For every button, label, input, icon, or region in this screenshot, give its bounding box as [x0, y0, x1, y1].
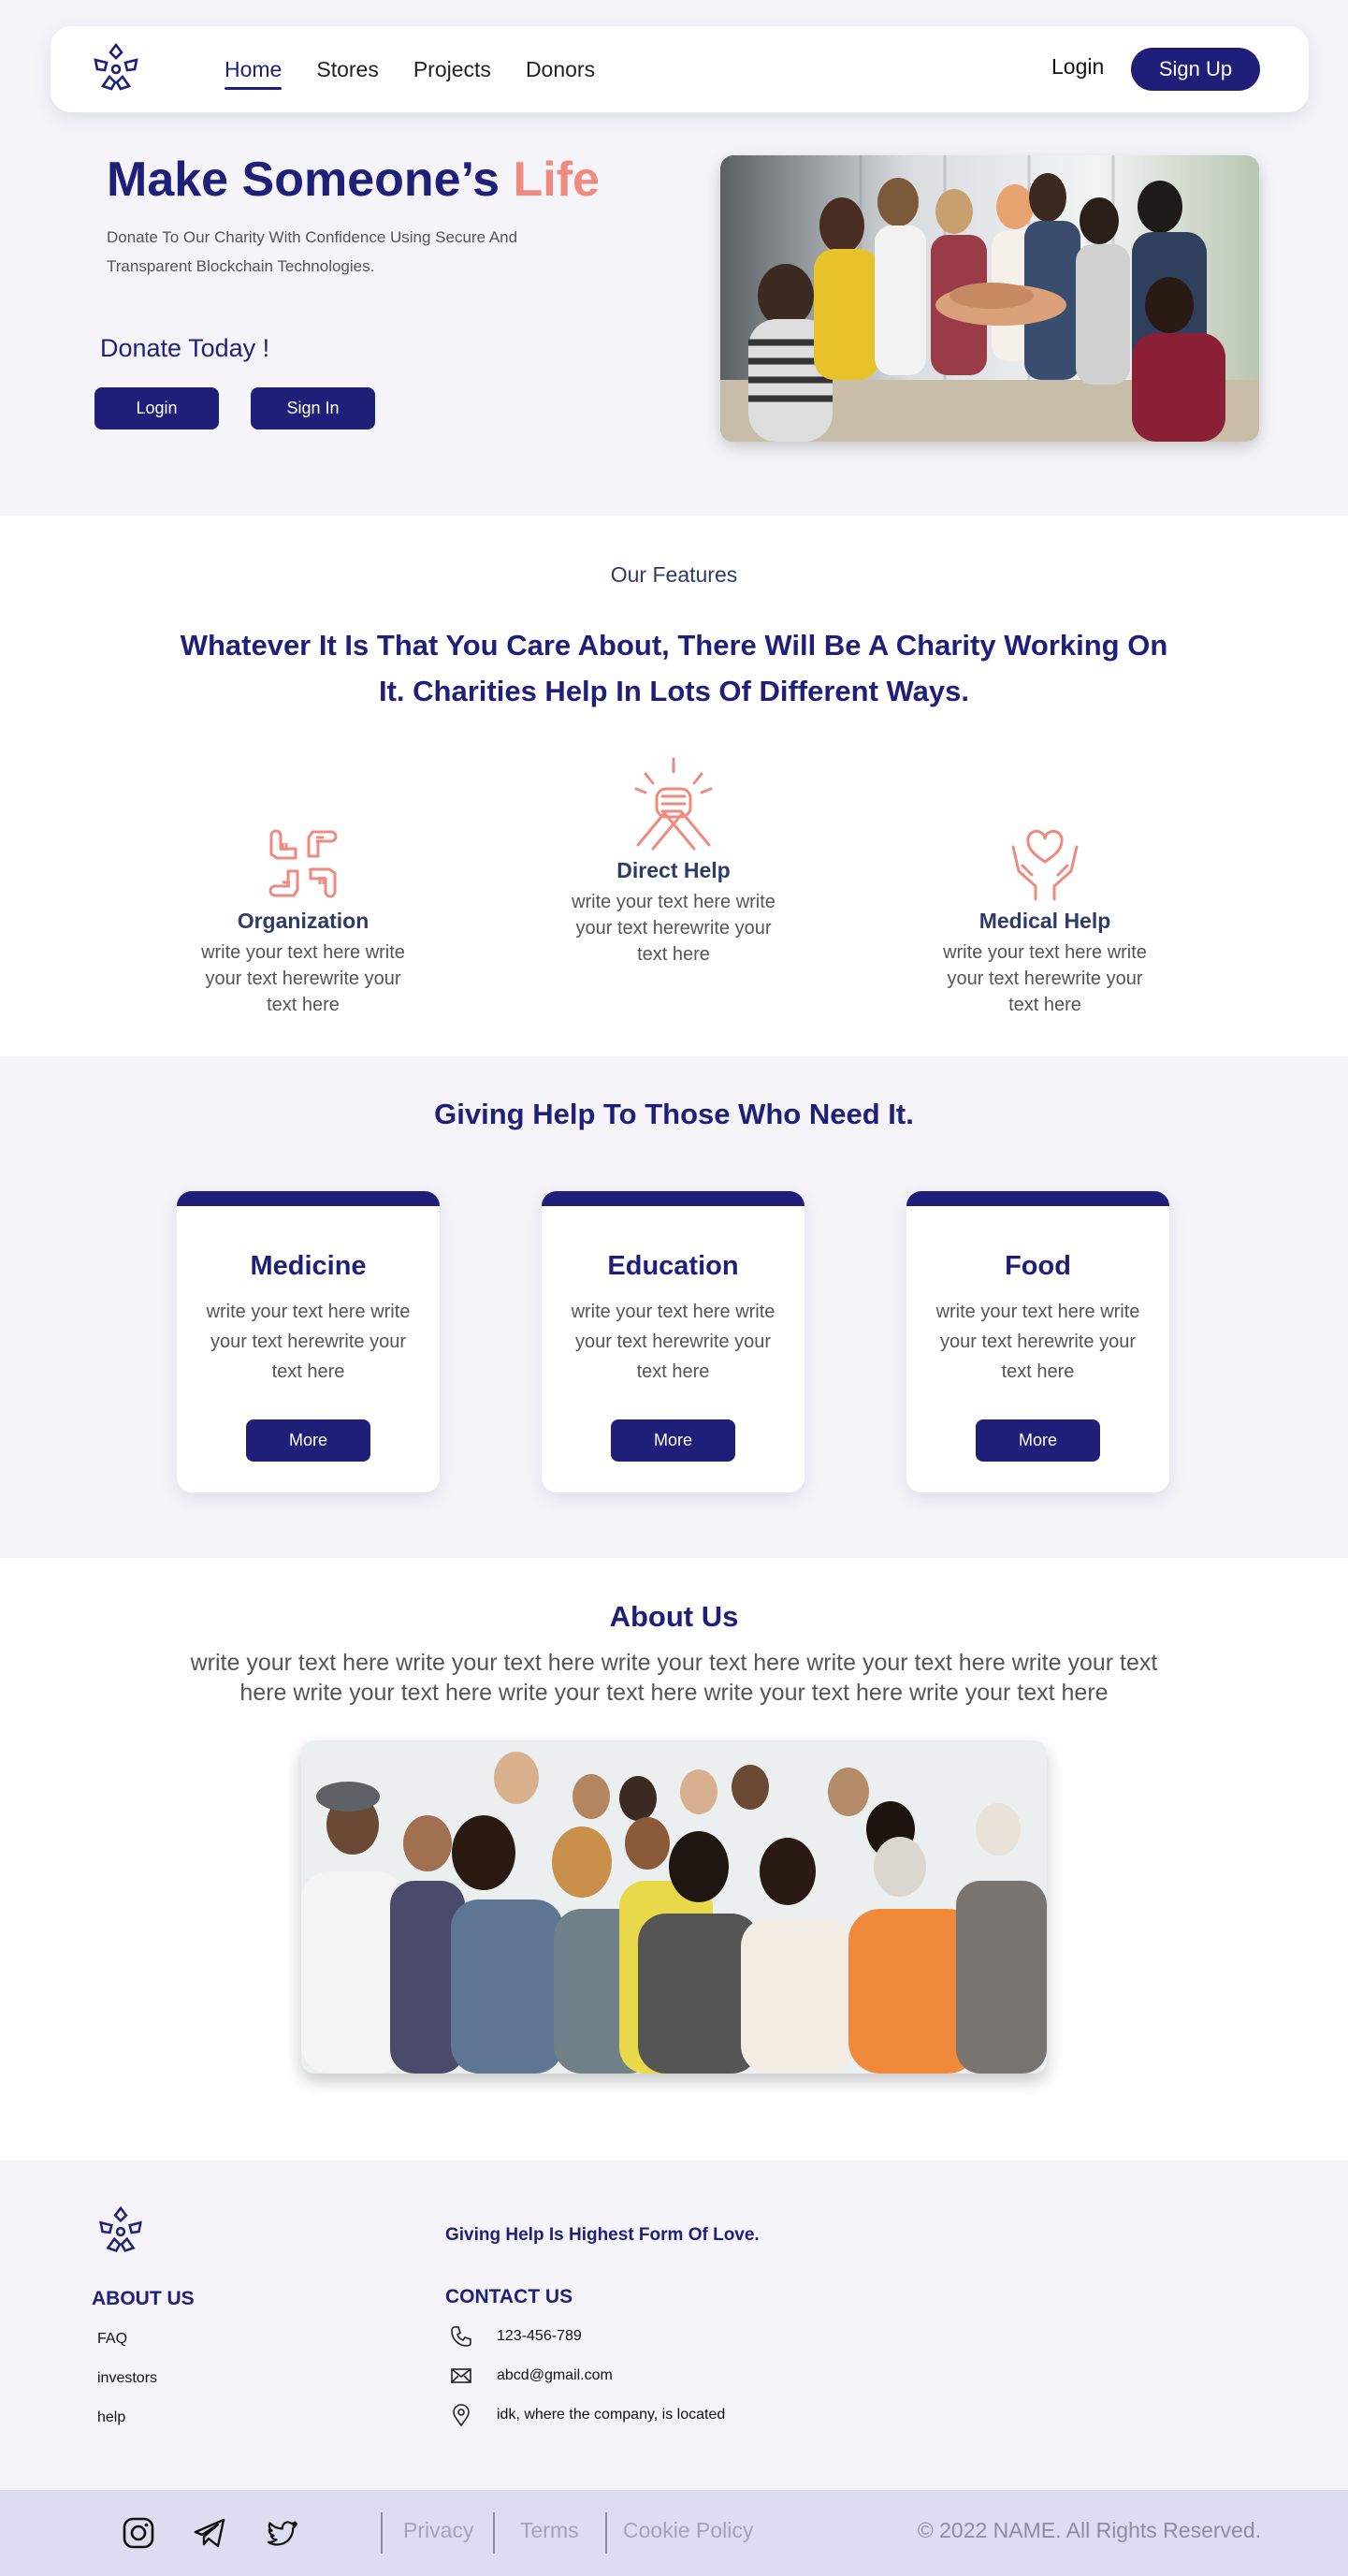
card-text: write your text here write your text her…	[571, 1302, 775, 1382]
footer-link-help[interactable]: help	[97, 2409, 125, 2426]
card-top-bar	[177, 1191, 440, 1206]
card-top-bar	[906, 1191, 1169, 1206]
footer-divider	[381, 2512, 383, 2554]
about-text: write your text here write your text her…	[190, 1650, 1158, 1706]
footer-charity-logo[interactable]	[92, 2203, 150, 2261]
contact-address-row: idk, where the company, is located	[449, 2403, 725, 2427]
footer-link-privacy[interactable]: Privacy	[403, 2518, 473, 2543]
nav-link-donors[interactable]: Donors	[526, 51, 595, 88]
card-medicine: Medicine write your text here write your…	[177, 1191, 440, 1492]
contact-phone-row: 123-456-789	[449, 2324, 582, 2349]
card-more-button[interactable]: More	[611, 1419, 735, 1462]
hero-team-photo	[720, 155, 1259, 442]
feature-title: Direct Help	[616, 858, 731, 882]
card-text: write your text here write your text her…	[935, 1302, 1140, 1382]
card-more-button[interactable]: More	[246, 1419, 370, 1462]
about-group-photo	[301, 1740, 1047, 2074]
features-headline: Whatever It Is That You Care About, Ther…	[180, 629, 1168, 707]
nav-login-link[interactable]: Login	[1051, 54, 1104, 80]
hero-title-accent: Life	[513, 153, 600, 207]
handshake-icon	[634, 757, 713, 851]
hero-subtitle: Donate To Our Charity With Confidence Us…	[107, 228, 518, 275]
about-section: About Us write your text here write your…	[0, 1558, 1348, 2161]
features-section: Our Features Whatever It Is That You Car…	[0, 516, 1348, 1056]
card-title: Food	[1005, 1251, 1071, 1281]
heart-hands-icon	[1011, 829, 1079, 901]
phone-icon	[451, 2326, 471, 2347]
footer-divider	[605, 2512, 607, 2554]
contact-email-row: abcd@gmail.com	[449, 2364, 613, 2388]
feature-text: write your text here write your text her…	[943, 942, 1147, 1015]
feature-title: Medical Help	[978, 909, 1111, 933]
nav-link-home[interactable]: Home	[225, 51, 283, 90]
card-top-bar	[542, 1191, 804, 1206]
footer-link-faq[interactable]: FAQ	[97, 2331, 127, 2348]
twitter-icon[interactable]	[266, 2516, 299, 2550]
contact-address: idk, where the company, is located	[497, 2407, 726, 2423]
card-food: Food write your text here write your tex…	[906, 1191, 1169, 1492]
feature-organization: Organization write your text here write …	[163, 824, 443, 1018]
telegram-icon[interactable]	[193, 2516, 226, 2550]
feature-text: write your text here write your text her…	[572, 892, 775, 965]
footer-about-heading: ABOUT US	[92, 2288, 195, 2309]
nav-links: Home Stores Projects Donors	[225, 26, 595, 112]
footer-divider	[493, 2512, 495, 2554]
giving-section-title: Giving Help To Those Who Need It.	[434, 1098, 914, 1130]
contact-phone: 123-456-789	[497, 2328, 582, 2344]
feature-direct-help: Direct Help write your text here write y…	[533, 755, 814, 968]
donate-today-heading: Donate Today !	[100, 334, 270, 362]
footer-link-terms[interactable]: Terms	[520, 2518, 579, 2543]
footer-link-investors[interactable]: investors	[97, 2370, 157, 2387]
nav-signup-button[interactable]: Sign Up	[1131, 48, 1260, 91]
hero-title-main: Make Someone’s	[107, 153, 500, 207]
top-navbar: Home Stores Projects Donors Login Sign U…	[51, 26, 1309, 112]
footer-bottom-bar: Privacy Terms Cookie Policy © 2022 NAME.…	[0, 2490, 1348, 2576]
about-title: About Us	[609, 1600, 739, 1633]
nav-link-projects[interactable]: Projects	[413, 51, 491, 88]
footer-tagline: Giving Help Is Highest Form Of Love.	[445, 2225, 760, 2245]
features-eyebrow: Our Features	[610, 562, 738, 587]
footer-link-cookie-policy[interactable]: Cookie Policy	[623, 2518, 753, 2543]
footer-contact-heading: CONTACT US	[445, 2286, 573, 2307]
feature-title: Organization	[237, 909, 370, 933]
location-pin-icon	[453, 2404, 470, 2427]
card-title: Education	[607, 1251, 739, 1281]
contact-email[interactable]: abcd@gmail.com	[497, 2367, 613, 2384]
instagram-icon[interactable]	[122, 2516, 155, 2550]
card-education: Education write your text here write you…	[542, 1191, 804, 1492]
mail-icon	[451, 2368, 471, 2383]
charity-logo[interactable]	[86, 39, 146, 99]
card-title: Medicine	[250, 1251, 367, 1281]
hero-title: Make Someone’s Life	[107, 152, 600, 208]
hero-login-button[interactable]: Login	[94, 387, 219, 429]
footer-copyright: © 2022 NAME. All Rights Reserved.	[917, 2518, 1261, 2542]
hero-signin-button[interactable]: Sign In	[251, 387, 375, 429]
card-text: write your text here write your text her…	[206, 1302, 411, 1382]
card-more-button[interactable]: More	[976, 1419, 1100, 1462]
feature-medical-help: Medical Help write your text here write …	[905, 824, 1185, 1018]
nav-link-stores[interactable]: Stores	[316, 51, 378, 88]
feature-text: write your text here write your text her…	[201, 942, 405, 1015]
hands-together-icon	[268, 829, 338, 898]
